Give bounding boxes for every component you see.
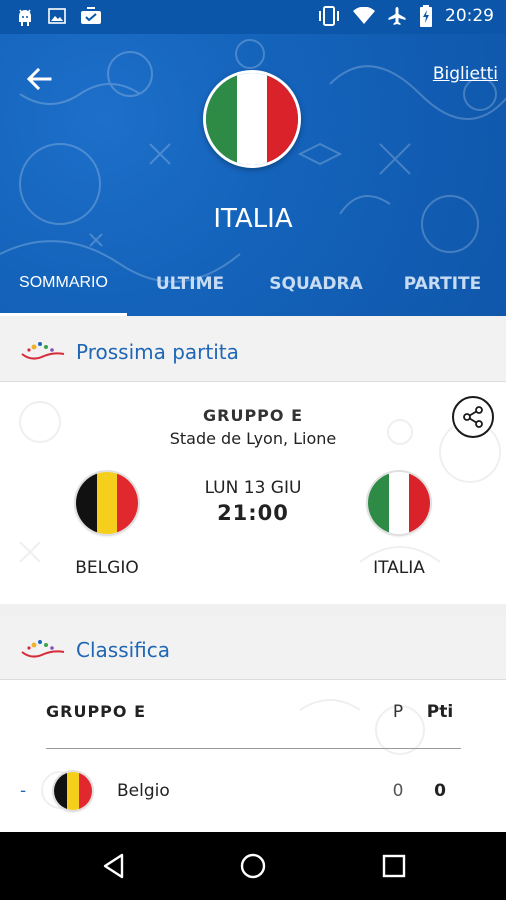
tab-bar: SOMMARIO ULTIME SQUADRA PARTITE	[0, 262, 506, 316]
vibrate-icon	[319, 6, 339, 26]
row-team-name: Belgio	[117, 781, 170, 801]
section-title: Classifica	[76, 638, 171, 662]
tab-squadra[interactable]: SQUADRA	[253, 274, 379, 294]
status-bar: 20:29	[0, 0, 506, 34]
match-time: 21:00	[217, 501, 289, 525]
away-team-name: ITALIA	[373, 558, 425, 578]
euro-trophy-logo-icon	[21, 342, 65, 360]
airplane-mode-icon	[388, 7, 406, 25]
system-navigation-bar	[0, 832, 506, 900]
match-group: GRUPPO E	[203, 406, 303, 425]
row-points: 0	[434, 781, 446, 801]
section-title: Prossima partita	[76, 340, 239, 364]
back-arrow-icon[interactable]	[22, 62, 56, 96]
tab-sommario[interactable]: SOMMARIO	[0, 274, 127, 292]
android-debug-icon	[19, 9, 31, 26]
match-venue: Stade de Lyon, Lione	[169, 429, 337, 448]
standings-group: GRUPPO E	[46, 702, 146, 721]
tab-ultime[interactable]: ULTIME	[127, 274, 253, 294]
download-done-icon	[81, 7, 101, 24]
standings-card: GRUPPO E P Pti - Belgio 0 0	[0, 680, 506, 832]
share-icon	[463, 406, 483, 428]
share-button[interactable]	[452, 396, 494, 438]
standings-section-header: Classifica	[0, 616, 506, 680]
next-match-card[interactable]: GRUPPO E Stade de Lyon, Lione LUN 13 GIU…	[0, 382, 506, 604]
active-tab-indicator	[0, 313, 127, 316]
column-played: P	[392, 702, 404, 722]
back-nav-icon[interactable]	[100, 852, 128, 880]
euro-trophy-logo-icon	[21, 640, 65, 658]
column-points: Pti	[426, 702, 454, 722]
row-played: 0	[392, 781, 404, 801]
match-date: LUN 13 GIU	[204, 478, 302, 498]
battery-charging-icon	[420, 5, 432, 27]
table-row[interactable]: - Belgio 0 0	[0, 768, 506, 816]
image-icon	[48, 8, 66, 24]
clock-time: 20:29	[445, 6, 494, 26]
team-flag-italy	[203, 70, 301, 168]
recents-nav-icon[interactable]	[381, 853, 407, 879]
next-match-section-header: Prossima partita	[0, 318, 506, 382]
table-divider	[46, 748, 461, 749]
home-team-name: BELGIO	[75, 558, 139, 578]
tab-partite[interactable]: PARTITE	[379, 274, 506, 294]
wifi-icon	[353, 7, 375, 24]
home-nav-icon[interactable]	[239, 852, 267, 880]
team-name: ITALIA	[213, 204, 293, 234]
team-header: Biglietti ITALIA SOMMARIO ULTIME SQUADRA…	[0, 34, 506, 316]
row-position: -	[20, 781, 27, 801]
row-team-flag	[54, 772, 92, 810]
tickets-link[interactable]: Biglietti	[433, 64, 498, 84]
